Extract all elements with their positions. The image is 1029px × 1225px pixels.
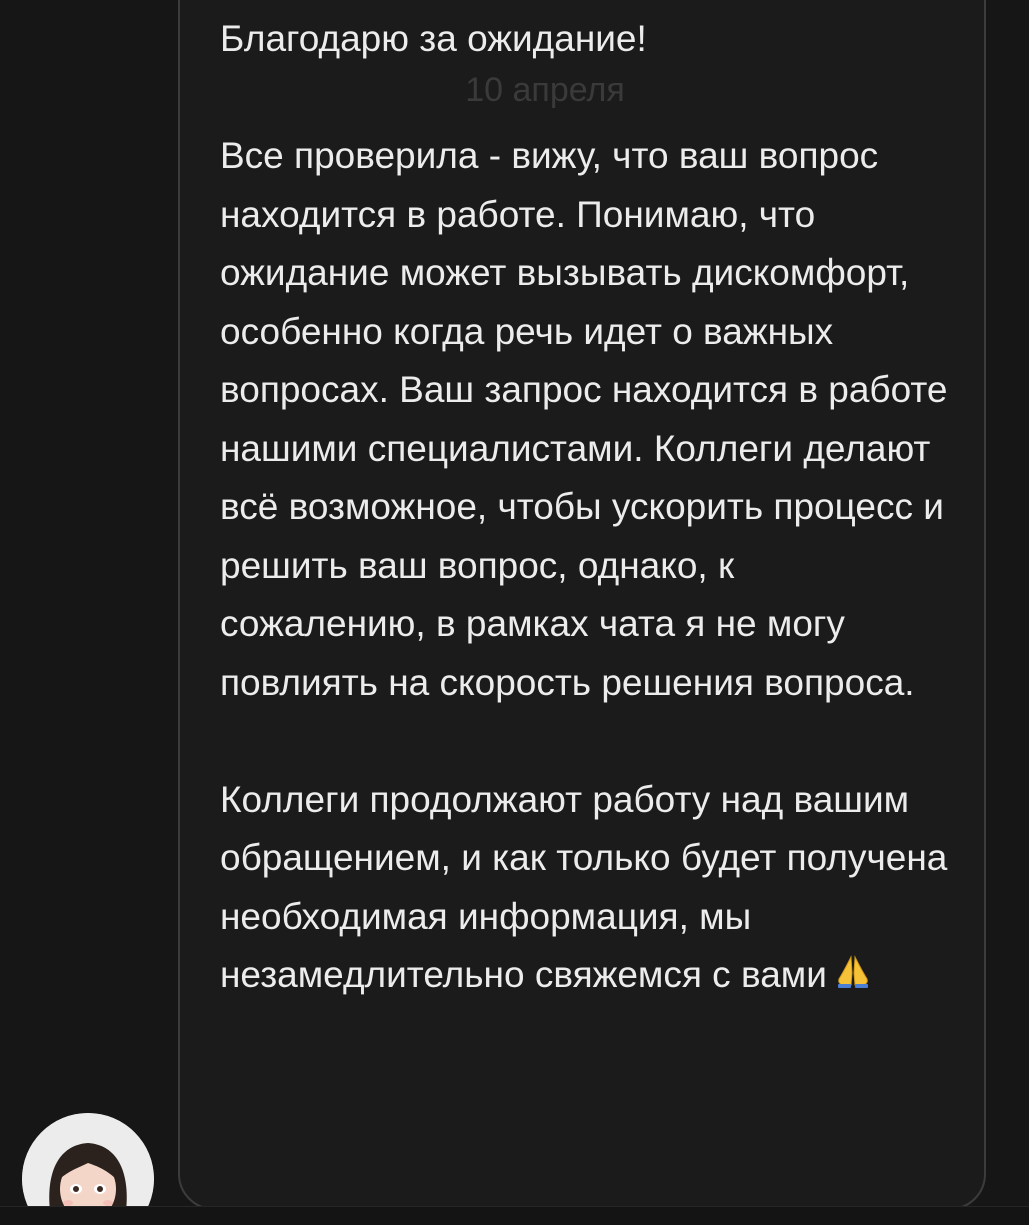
message-body: Все проверила - вижу, что ваш вопрос нах… (220, 135, 948, 703)
folded-hands-icon (837, 955, 868, 988)
chat-screen: 10 апреля Благодарю за ожидание! Все про… (0, 0, 1029, 1225)
message-text: Благодарю за ожидание! Все проверила - в… (220, 10, 950, 1005)
message-closing-paragraph: Коллеги продолжают работу над вашим обра… (220, 771, 950, 1005)
message-greeting: Благодарю за ожидание! (220, 18, 647, 59)
input-bar-edge (0, 1206, 1029, 1225)
